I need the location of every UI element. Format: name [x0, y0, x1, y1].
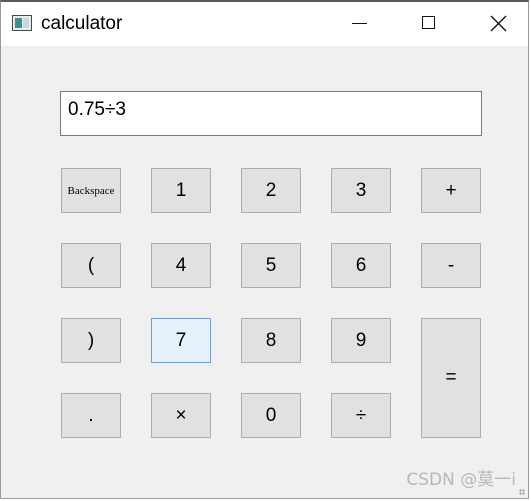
- left-paren-button[interactable]: (: [61, 243, 121, 288]
- calculator-window: calculator 0.75÷3 Backspace 1 2 3 + ( 4 …: [0, 0, 529, 499]
- digit-3-button[interactable]: 3: [331, 168, 391, 213]
- decimal-point-button[interactable]: .: [61, 393, 121, 438]
- minimize-button[interactable]: [335, 2, 381, 46]
- multiply-button[interactable]: ×: [151, 393, 211, 438]
- divide-button[interactable]: ÷: [331, 393, 391, 438]
- digit-5-button[interactable]: 5: [241, 243, 301, 288]
- equals-button[interactable]: =: [421, 318, 481, 438]
- digit-2-button[interactable]: 2: [241, 168, 301, 213]
- expression-display[interactable]: 0.75÷3: [60, 91, 482, 136]
- maximize-button[interactable]: [405, 2, 451, 46]
- digit-7-button[interactable]: 7: [151, 318, 211, 363]
- watermark-text: CSDN @莫一i: [406, 470, 516, 490]
- digit-0-button[interactable]: 0: [241, 393, 301, 438]
- close-icon: [490, 15, 507, 32]
- right-paren-button[interactable]: ): [61, 318, 121, 363]
- digit-9-button[interactable]: 9: [331, 318, 391, 363]
- resize-grip-icon[interactable]: [519, 489, 525, 495]
- backspace-button[interactable]: Backspace: [61, 168, 121, 213]
- minimize-icon: [352, 23, 367, 24]
- digit-1-button[interactable]: 1: [151, 168, 211, 213]
- app-window-icon: [12, 15, 32, 31]
- minus-button[interactable]: -: [421, 243, 481, 288]
- window-title: calculator: [41, 13, 123, 34]
- title-bar[interactable]: calculator: [1, 2, 528, 46]
- plus-button[interactable]: +: [421, 168, 481, 213]
- digit-8-button[interactable]: 8: [241, 318, 301, 363]
- maximize-icon: [422, 16, 435, 29]
- digit-6-button[interactable]: 6: [331, 243, 391, 288]
- digit-4-button[interactable]: 4: [151, 243, 211, 288]
- close-button[interactable]: [475, 2, 521, 46]
